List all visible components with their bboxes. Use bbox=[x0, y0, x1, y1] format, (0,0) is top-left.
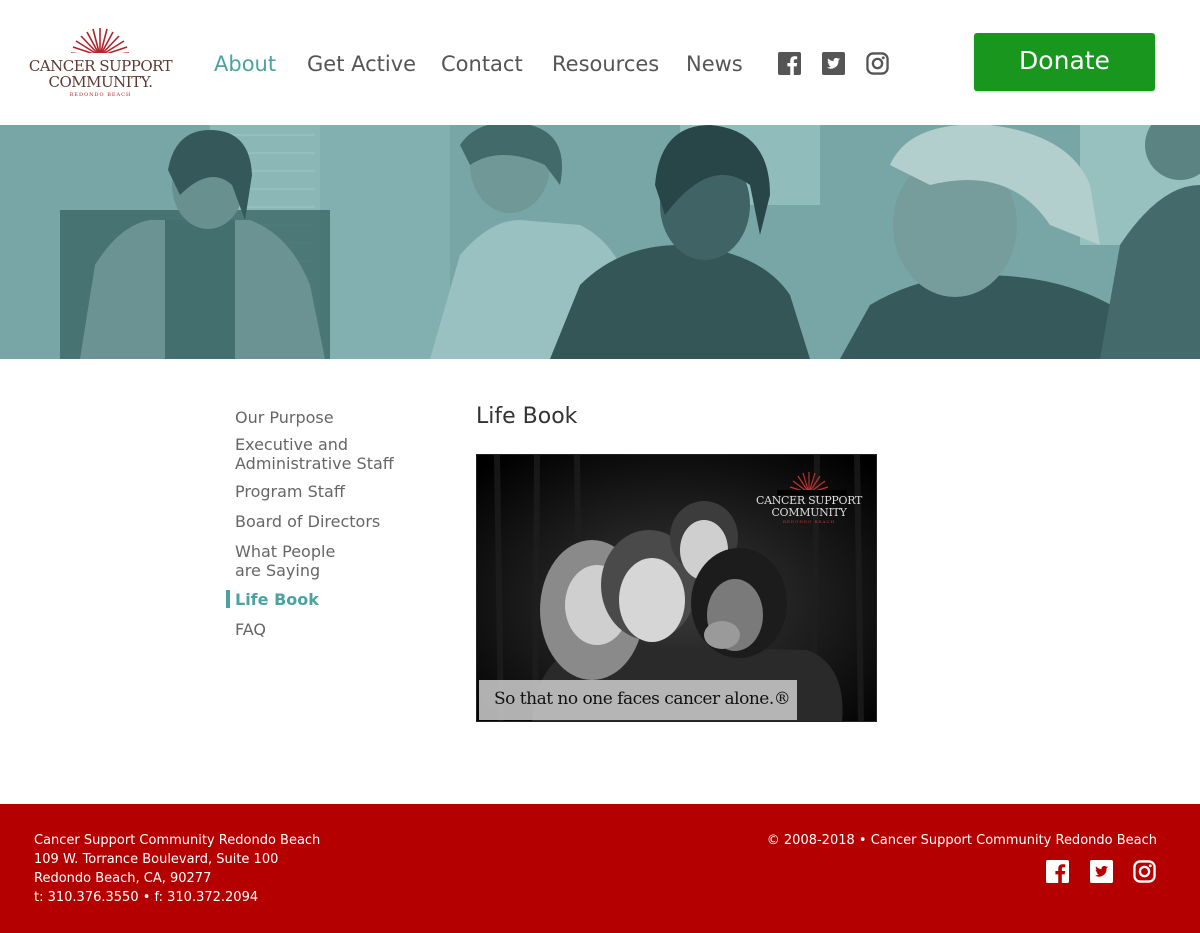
footer-address-line2: Redondo Beach, CA, 90277 bbox=[34, 871, 212, 886]
sunburst-logo-icon bbox=[70, 28, 130, 60]
life-book-image[interactable]: CANCER SUPPORT COMMUNITY REDONDO BEACH S… bbox=[476, 454, 877, 722]
donate-button[interactable]: Donate bbox=[974, 33, 1155, 91]
image-caption-text: So that no one faces cancer alone.® bbox=[494, 689, 791, 709]
footer-org: Cancer Support Community Redondo Beach bbox=[34, 833, 321, 848]
sidebar-item-faq[interactable]: FAQ bbox=[235, 620, 415, 639]
footer-phone: t: 310.376.3550 • f: 310.372.2094 bbox=[34, 890, 259, 905]
footer-copyright: © 2008-2018 • Cancer Support Community R… bbox=[766, 833, 1157, 848]
hero-banner bbox=[0, 125, 1200, 359]
logo-subtext: REDONDO BEACH bbox=[69, 92, 132, 98]
image-logo-subtext: REDONDO BEACH bbox=[783, 519, 835, 524]
site-footer: Cancer Support Community Redondo Beach 1… bbox=[0, 804, 1200, 933]
active-indicator bbox=[226, 590, 230, 608]
sidebar-item-what-people-are-saying[interactable]: What People are Saying bbox=[235, 542, 345, 580]
page-title: Life Book bbox=[476, 404, 578, 429]
sidebar-item-life-book[interactable]: Life Book bbox=[235, 590, 415, 609]
site-header: CANCER SUPPORT COMMUNITY. REDONDO BEACH … bbox=[0, 0, 1200, 125]
image-logo-text: COMMUNITY bbox=[771, 506, 847, 519]
footer-address-line1: 109 W. Torrance Boulevard, Suite 100 bbox=[34, 852, 279, 867]
nav-contact[interactable]: Contact bbox=[441, 52, 523, 76]
sidebar-item-our-purpose[interactable]: Our Purpose bbox=[235, 408, 415, 427]
twitter-icon[interactable] bbox=[1090, 860, 1113, 883]
nav-news[interactable]: News bbox=[686, 52, 743, 76]
facebook-icon[interactable] bbox=[1046, 860, 1069, 883]
sidebar-item-program-staff[interactable]: Program Staff bbox=[235, 482, 415, 501]
sidebar-item-board-of-directors[interactable]: Board of Directors bbox=[235, 512, 415, 531]
nav-get-active[interactable]: Get Active bbox=[307, 52, 416, 76]
sidebar-item-executive-staff[interactable]: Executive and Administrative Staff bbox=[235, 435, 415, 473]
twitter-icon[interactable] bbox=[822, 52, 845, 75]
image-caption: So that no one faces cancer alone.® bbox=[479, 680, 797, 720]
instagram-icon[interactable] bbox=[866, 52, 889, 75]
site-logo[interactable]: CANCER SUPPORT COMMUNITY. REDONDO BEACH bbox=[28, 26, 173, 102]
instagram-icon[interactable] bbox=[1133, 860, 1156, 883]
facebook-icon[interactable] bbox=[778, 52, 801, 75]
nav-about[interactable]: About bbox=[214, 52, 276, 76]
nav-resources[interactable]: Resources bbox=[552, 52, 659, 76]
hero-photo bbox=[0, 125, 1200, 359]
logo-text: COMMUNITY. bbox=[48, 73, 153, 91]
